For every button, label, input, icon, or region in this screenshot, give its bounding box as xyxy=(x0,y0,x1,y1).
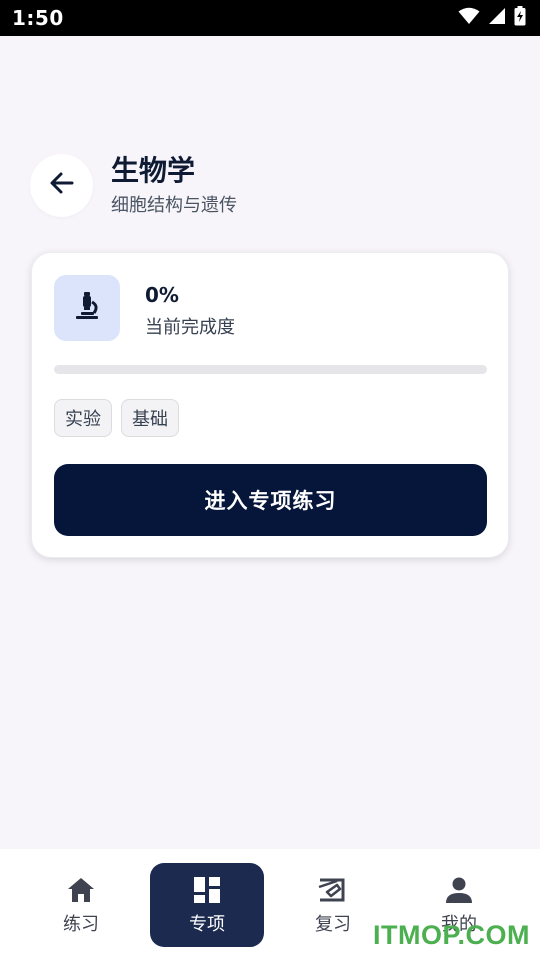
review-icon xyxy=(317,874,349,906)
nav-item-practice[interactable]: 练习 xyxy=(24,863,138,947)
page-header: 生物学 细胞结构与遗传 xyxy=(30,153,237,217)
status-bar: 1:50 xyxy=(0,0,540,36)
enter-practice-button[interactable]: 进入专项练习 xyxy=(54,464,487,536)
status-time: 1:50 xyxy=(12,6,64,30)
page-title: 生物学 xyxy=(111,154,196,187)
nav-label-practice: 练习 xyxy=(63,914,99,935)
subject-card: 0% 当前完成度 实验 基础 进入专项练习 xyxy=(31,252,509,558)
subject-icon-box xyxy=(54,275,120,341)
battery-charging-icon xyxy=(514,6,526,30)
page-subtitle: 细胞结构与遗传 xyxy=(111,195,237,216)
microscope-icon xyxy=(74,291,100,325)
dashboard-icon xyxy=(191,874,223,906)
back-button[interactable] xyxy=(30,153,93,217)
nav-item-special[interactable]: 专项 xyxy=(150,863,264,947)
nav-label-review: 复习 xyxy=(315,914,351,935)
person-icon xyxy=(443,874,475,906)
watermark-logo: ITMOP.COM xyxy=(372,920,530,950)
progress-percent: 0% xyxy=(145,283,179,307)
tag-experiment: 实验 xyxy=(54,399,112,437)
tag-basic: 基础 xyxy=(121,399,179,437)
signal-icon xyxy=(488,7,506,29)
nav-label-special: 专项 xyxy=(189,914,225,935)
tag-list: 实验 基础 xyxy=(54,399,179,437)
wifi-icon xyxy=(458,7,480,29)
progress-caption: 当前完成度 xyxy=(145,317,235,338)
title-group: 生物学 细胞结构与遗传 xyxy=(111,153,237,217)
arrow-left-icon xyxy=(48,169,76,201)
progress-bar xyxy=(54,365,487,374)
home-icon xyxy=(65,874,97,906)
status-icons xyxy=(458,6,526,30)
